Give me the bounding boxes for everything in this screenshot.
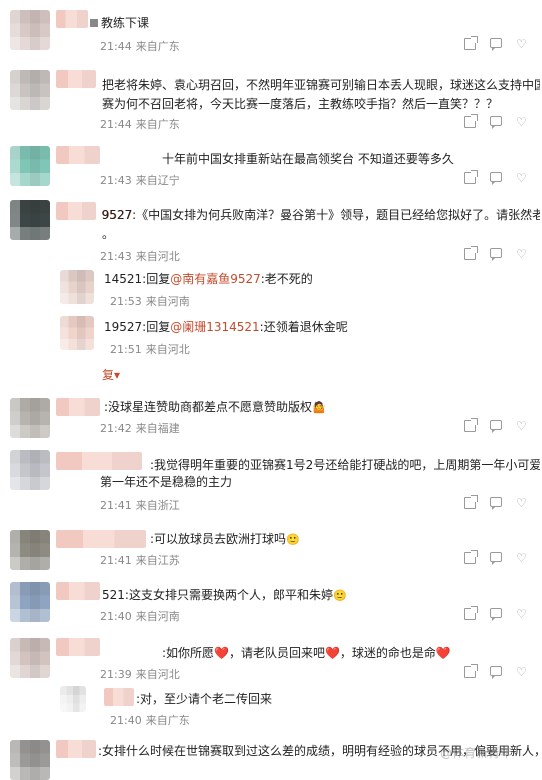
like-icon[interactable]: ♡ xyxy=(516,497,528,509)
username-blurred[interactable] xyxy=(56,146,100,164)
reply-meta: 21:40 来自广东 xyxy=(110,714,190,727)
comment-text: 十年前中国女排重新站在最高领奖台 不知道还要等多久 xyxy=(162,152,454,166)
smile-emoji: 🙂 xyxy=(286,533,300,546)
comment-actions: ♡ xyxy=(464,36,530,52)
share-icon[interactable] xyxy=(464,495,478,509)
avatar[interactable] xyxy=(10,740,50,780)
share-icon[interactable] xyxy=(464,170,478,184)
comment-text: :可以放球员去欧洲打球吗🙂 xyxy=(150,532,300,546)
reply-mention[interactable]: @南有嘉鱼9527 xyxy=(170,272,261,286)
username-blurred[interactable] xyxy=(56,70,96,88)
reply-icon[interactable] xyxy=(490,116,502,129)
reply-icon[interactable] xyxy=(490,666,502,679)
username-blurred[interactable] xyxy=(56,740,96,758)
reply-mention[interactable]: @阑珊1314521 xyxy=(170,320,259,334)
comment-text: :没球星连赞助商都差点不愿意赞助版权🤷 xyxy=(104,400,326,414)
username-blurred[interactable] xyxy=(56,202,96,220)
share-icon[interactable] xyxy=(464,550,478,564)
reply-avatar[interactable] xyxy=(60,270,94,304)
avatar[interactable] xyxy=(10,530,50,570)
comment-meta: 21:40 来自河南 xyxy=(100,610,180,623)
reply-icon[interactable] xyxy=(490,172,502,185)
comment-actions: ♡ xyxy=(464,664,530,680)
avatar[interactable] xyxy=(10,450,50,490)
like-icon[interactable]: ♡ xyxy=(516,608,528,620)
like-icon[interactable]: ♡ xyxy=(516,116,528,128)
comment-actions: ♡ xyxy=(464,606,530,622)
comment-text: 521:这支女排只需要换两个人，郎平和朱婷🙂 xyxy=(102,588,347,602)
comment-text-cont: 第一年还不是稳稳的主力 xyxy=(100,475,233,489)
reply-icon[interactable] xyxy=(490,552,502,565)
comment-meta: 21:43 来自河北 xyxy=(100,250,180,263)
avatar[interactable] xyxy=(10,10,50,50)
username-blurred[interactable] xyxy=(56,452,142,470)
comment-actions: ♡ xyxy=(464,246,530,262)
avatar[interactable] xyxy=(10,70,50,110)
like-icon[interactable]: ♡ xyxy=(516,38,528,50)
like-icon[interactable]: ♡ xyxy=(516,172,528,184)
reply-text: 14521:回复@南有嘉鱼9527:老不死的 xyxy=(104,272,313,286)
comment-actions: ♡ xyxy=(464,114,530,130)
reply-avatar[interactable] xyxy=(60,686,86,712)
share-icon[interactable] xyxy=(464,418,478,432)
expand-replies-link[interactable]: 复▾ xyxy=(102,366,120,383)
reply-icon[interactable] xyxy=(490,248,502,261)
comment-meta: 21:44 来自广东 xyxy=(100,40,180,53)
avatar[interactable] xyxy=(10,582,50,622)
share-icon[interactable] xyxy=(464,664,478,678)
username-blurred[interactable] xyxy=(56,638,100,656)
smile-emoji: 🙂 xyxy=(332,589,347,602)
share-icon[interactable] xyxy=(464,246,478,260)
share-icon[interactable] xyxy=(464,36,478,50)
like-icon[interactable]: ♡ xyxy=(516,552,528,564)
username-blurred[interactable] xyxy=(56,398,100,416)
reply-meta: 21:53 来自河南 xyxy=(110,295,190,308)
username-blurred[interactable] xyxy=(56,582,100,600)
comment-meta: 21:41 来自江苏 xyxy=(100,554,180,567)
comment-meta: 21:39 来自河北 xyxy=(100,668,180,681)
comment-actions: ♡ xyxy=(464,418,530,434)
reply-icon[interactable] xyxy=(490,420,502,433)
image-icon xyxy=(90,19,98,27)
share-icon[interactable] xyxy=(464,114,478,128)
reply-icon[interactable] xyxy=(490,497,502,510)
comment-meta: 21:44 来自广东 xyxy=(100,118,180,131)
share-icon[interactable] xyxy=(464,606,478,620)
avatar[interactable] xyxy=(10,146,50,186)
username-blurred[interactable] xyxy=(56,530,146,548)
shrug-emoji: 🤷 xyxy=(312,401,326,414)
comment-actions: ♡ xyxy=(464,170,530,186)
reply-icon[interactable] xyxy=(490,608,502,621)
like-icon[interactable]: ♡ xyxy=(516,666,528,678)
like-icon[interactable]: ♡ xyxy=(516,420,528,432)
avatar[interactable] xyxy=(10,638,50,678)
avatar[interactable] xyxy=(10,200,50,240)
comment-actions: ♡ xyxy=(464,495,530,511)
reply-text: 19527:回复@阑珊1314521:还领着退休金呢 xyxy=(104,320,348,334)
comment-text: 95279527:《中国女排为何兵败南洋？曼谷第十》领导，题目已经给您拟好了。请… xyxy=(102,208,540,241)
username-blurred[interactable] xyxy=(104,688,134,706)
reply-icon[interactable] xyxy=(490,38,502,51)
avatar[interactable] xyxy=(10,398,50,438)
comment-text: 把老将朱婷、袁心玥召回，不然明年亚锦赛可别输日本丢人现眼，球迷这么支持中国女 赛… xyxy=(102,78,540,111)
reply-avatar[interactable] xyxy=(60,316,94,350)
like-icon[interactable]: ♡ xyxy=(516,248,528,260)
comment-text: :如你所愿❤️，请老队员回来吧❤️，球迷的命也是命❤️ xyxy=(162,646,451,660)
comment-meta: 21:41 来自浙江 xyxy=(100,499,180,512)
comment-actions: ♡ xyxy=(464,550,530,566)
comment-meta: 21:42 来自福建 xyxy=(100,422,180,435)
reply-meta: 21:51 来自河北 xyxy=(110,343,190,356)
comment-meta: 21:43 来自辽宁 xyxy=(100,174,180,187)
reply-text: :对，至少请个老二传回来 xyxy=(136,692,273,706)
watermark: @体育新青年 xyxy=(439,746,512,760)
comment-text: 教练下课 xyxy=(90,14,540,33)
username-blurred[interactable] xyxy=(56,10,88,28)
